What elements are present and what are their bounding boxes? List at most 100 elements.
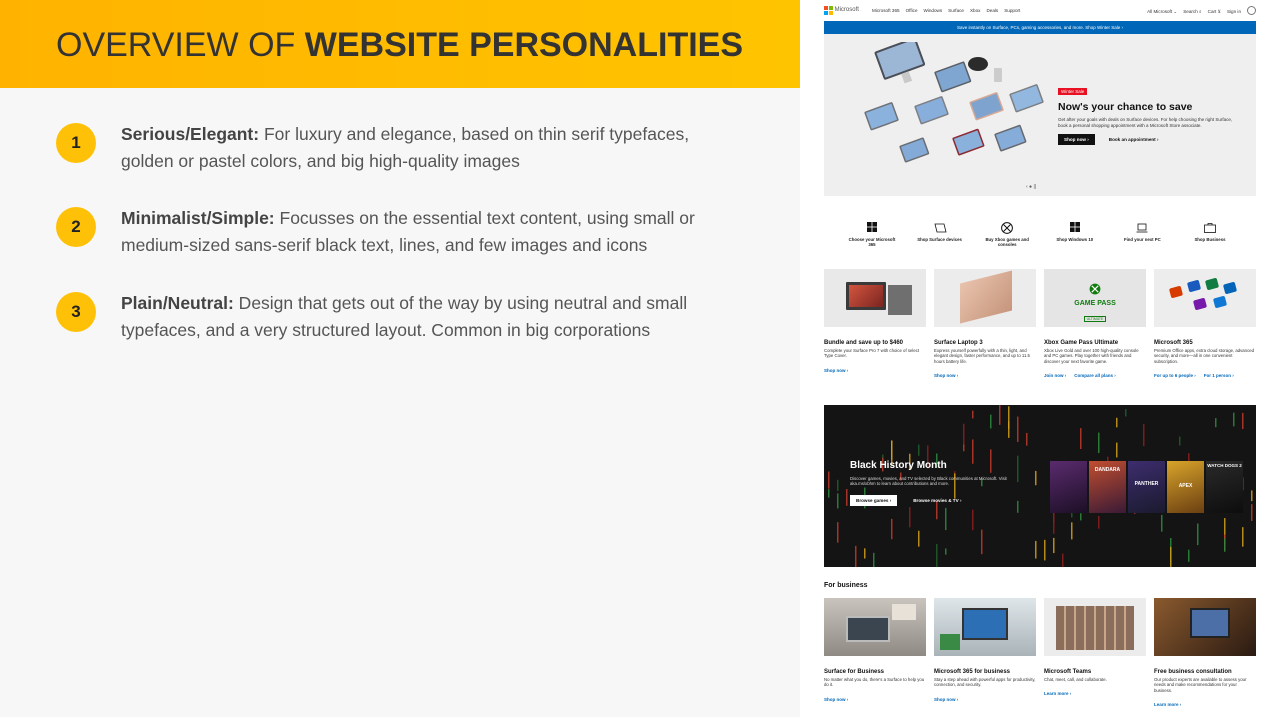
game-pass-logo-text: GAME PASS	[1074, 300, 1116, 307]
title-thin: OVERVIEW OF	[56, 26, 305, 64]
sign-in-link[interactable]: Sign in	[1227, 9, 1241, 14]
poster[interactable]: DANDARA	[1089, 461, 1126, 513]
avatar-icon[interactable]	[1247, 6, 1256, 15]
nav-link[interactable]: Office	[906, 8, 918, 13]
nav-link[interactable]: Xbox	[970, 8, 980, 13]
quick-link-label: Shop Surface devices	[917, 237, 962, 242]
card-description: Chat, meet, call, and collaborate.	[1044, 677, 1107, 682]
hero-description: Get after your goals with deals on Surfa…	[1058, 117, 1233, 128]
shop-now-link[interactable]: Shop now ›	[934, 697, 958, 702]
learn-more-link[interactable]: Learn more ›	[1154, 702, 1181, 707]
six-people-link[interactable]: For up to 6 people ›	[1154, 373, 1196, 378]
product-card-microsoft-365[interactable]: Microsoft 365 Premium Office apps, extra…	[1154, 269, 1256, 382]
nav-link[interactable]: Microsoft 365	[872, 8, 900, 13]
card-description: Xbox Live Gold and over 100 high-quality…	[1044, 348, 1139, 364]
poster[interactable]: PANTHER	[1128, 461, 1165, 513]
card-title: Surface Laptop 3	[934, 340, 983, 346]
quick-link-xbox[interactable]: Buy Xbox games and consoles	[981, 222, 1033, 247]
learn-more-link[interactable]: Learn more ›	[1044, 691, 1071, 696]
business-card-consultation[interactable]: Free business consultation Our product e…	[1154, 598, 1256, 711]
nav-link[interactable]: Windows	[924, 8, 943, 13]
shop-now-link[interactable]: Shop now ›	[934, 373, 958, 378]
product-card-game-pass[interactable]: GAME PASS ULTIMATE Xbox Game Pass Ultima…	[1044, 269, 1146, 382]
quick-link-microsoft-365[interactable]: Choose your Microsoft 365	[846, 222, 898, 247]
quick-link-surface[interactable]: Shop Surface devices	[914, 222, 966, 247]
title-bold: WEBSITE PERSONALITIES	[304, 26, 744, 64]
laptop-icon	[1136, 223, 1148, 233]
quick-link-business[interactable]: Shop Business	[1184, 222, 1236, 247]
card-description: Our product experts are available to ass…	[1154, 677, 1247, 693]
surface-device-icon	[934, 223, 947, 233]
business-card-microsoft-365[interactable]: Microsoft 365 for business Stay a step a…	[934, 598, 1036, 706]
sale-badge: Winter Sale	[1058, 88, 1088, 95]
microsoft-website-screenshot: Microsoft Microsoft 365 Office Windows S…	[800, 0, 1279, 717]
poster[interactable]: APEX	[1167, 461, 1204, 513]
game-pass-sub-text: ULTIMATE	[1083, 316, 1107, 322]
windows-logo-icon	[1069, 222, 1080, 232]
nav-link[interactable]: Surface	[948, 8, 964, 13]
bhm-ctas: Browse games › Browse movies & TV ›	[850, 494, 1030, 506]
quick-link-windows[interactable]: Shop Windows 10	[1049, 222, 1101, 247]
game-posters: DANDARA PANTHER APEX WATCH DOGS 2	[1050, 461, 1243, 513]
hero-title: Now's your chance to save	[1058, 101, 1193, 113]
office-apps-image	[1154, 269, 1256, 327]
promo-banner[interactable]: Save instantly on Surface, PCs, gaming a…	[824, 21, 1256, 34]
quick-link-label: Find your next PC	[1123, 237, 1161, 242]
quick-link-label: Shop Windows 10	[1056, 237, 1094, 242]
card-description: Express yourself powerfully with a thin,…	[934, 348, 1030, 364]
browse-games-button[interactable]: Browse games ›	[850, 494, 898, 506]
nav-link[interactable]: Support	[1004, 8, 1020, 13]
black-history-month-banner: Black History Month Discover games, movi…	[824, 405, 1256, 567]
product-card-laptop[interactable]: Surface Laptop 3 Express yourself powerf…	[934, 269, 1036, 382]
quick-link-pc[interactable]: Find your next PC	[1116, 222, 1168, 247]
microsoft-365-business-image	[934, 598, 1036, 656]
card-title: Free business consultation	[1154, 669, 1232, 675]
nav-right: All Microsoft ⌄ Search ⌕ Cart ⊻ Sign in	[1147, 6, 1256, 15]
card-title: Microsoft Teams	[1044, 669, 1092, 675]
point-label: Minimalist/Simple:	[121, 208, 275, 228]
shop-now-link[interactable]: Shop now ›	[824, 368, 848, 373]
all-microsoft-menu[interactable]: All Microsoft ⌄	[1147, 9, 1177, 15]
xbox-logo-icon	[1001, 222, 1014, 234]
card-title: Microsoft 365	[1154, 340, 1193, 346]
consultation-image	[1154, 598, 1256, 656]
business-card-surface[interactable]: Surface for Business No matter what you …	[824, 598, 926, 706]
number-badge: 1	[56, 123, 96, 163]
product-card-bundle[interactable]: Bundle and save up to $460 Complete your…	[824, 269, 926, 377]
nav-link[interactable]: Deals	[986, 8, 998, 13]
quick-link-label: Shop Business	[1194, 237, 1226, 242]
quick-link-label: Buy Xbox games and consoles	[985, 237, 1029, 247]
slide-panel: OVERVIEW OF WEBSITE PERSONALITIES 1 Seri…	[0, 0, 800, 717]
number-badge: 3	[56, 292, 96, 332]
browse-movies-link[interactable]: Browse movies & TV ›	[913, 498, 961, 503]
poster[interactable]: WATCH DOGS 2	[1206, 461, 1243, 513]
point-text: Minimalist/Simple: Focusses on the essen…	[121, 205, 731, 259]
game-pass-image: GAME PASS ULTIMATE	[1044, 269, 1146, 327]
slide-title: OVERVIEW OF WEBSITE PERSONALITIES	[56, 26, 743, 65]
shop-now-button[interactable]: Shop now ›	[1058, 134, 1095, 145]
book-appointment-link[interactable]: Book an appointment ›	[1109, 137, 1159, 142]
search-button[interactable]: Search ⌕	[1183, 9, 1201, 14]
poster[interactable]	[1050, 461, 1087, 513]
surface-business-image	[824, 598, 926, 656]
bhm-title: Black History Month	[850, 460, 947, 471]
one-person-link[interactable]: For 1 person ›	[1204, 373, 1234, 378]
point-text: Plain/Neutral: Design that gets out of t…	[121, 290, 731, 344]
card-description: Premium Office apps, extra cloud storage…	[1154, 348, 1254, 364]
card-description: No matter what you do, there's a Surface…	[824, 677, 925, 688]
microsoft-logo[interactable]: Microsoft	[824, 6, 859, 15]
cart-button[interactable]: Cart ⊻	[1208, 9, 1221, 15]
shop-now-link[interactable]: Shop now ›	[824, 697, 848, 702]
join-now-link[interactable]: Join now ›	[1044, 373, 1066, 378]
top-nav: Microsoft Microsoft 365 Office Windows S…	[824, 5, 1256, 17]
card-description: Stay a step ahead with powerful apps for…	[934, 677, 1036, 688]
point-text: Serious/Elegant: For luxury and elegance…	[121, 121, 731, 175]
carousel-controls[interactable]: ‹ ● ||	[1026, 184, 1036, 190]
card-title: Xbox Game Pass Ultimate	[1044, 340, 1119, 346]
teams-meeting-image	[1044, 598, 1146, 656]
compare-plans-link[interactable]: Compare all plans ›	[1074, 373, 1116, 378]
business-heading: For business	[824, 582, 868, 589]
business-card-teams[interactable]: Microsoft Teams Chat, meet, call, and co…	[1044, 598, 1146, 700]
hero-banner: Winter Sale Now's your chance to save Ge…	[824, 34, 1256, 196]
number-badge: 2	[56, 207, 96, 247]
